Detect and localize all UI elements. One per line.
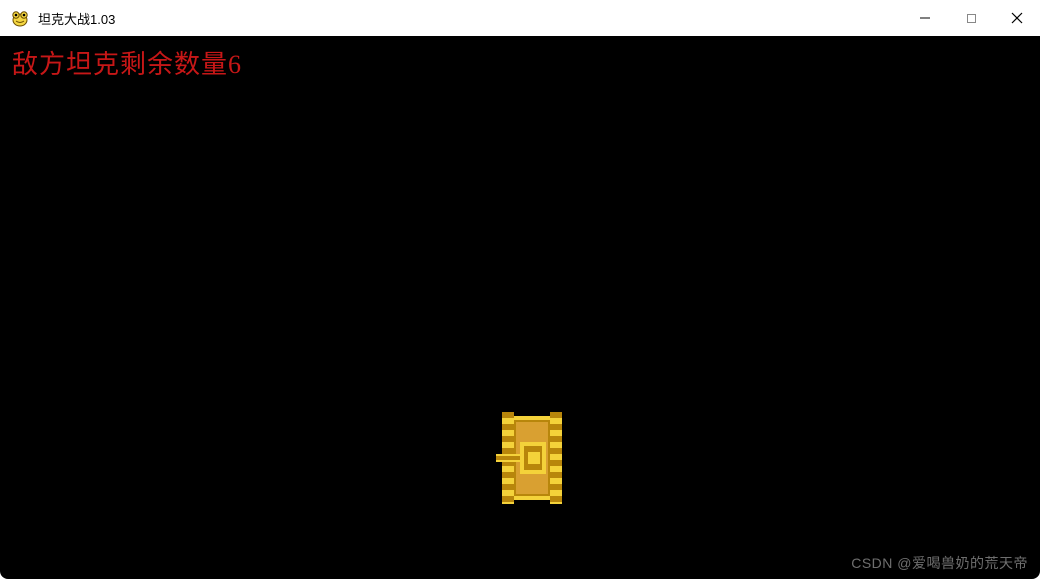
- game-canvas[interactable]: 敌方坦克剩余数量6: [0, 36, 1040, 579]
- player-tank-sprite: [496, 412, 568, 504]
- enemy-count-label: 敌方坦克剩余数量6: [12, 44, 242, 81]
- window-title: 坦克大战1.03: [38, 9, 902, 28]
- frog-app-icon: [10, 8, 30, 28]
- close-button[interactable]: [994, 0, 1040, 36]
- titlebar[interactable]: 坦克大战1.03: [0, 0, 1040, 36]
- app-window: 坦克大战1.03 敌方坦克剩余数量6: [0, 0, 1040, 579]
- minimize-button[interactable]: [902, 0, 948, 36]
- window-controls: [902, 0, 1040, 36]
- maximize-button[interactable]: [948, 0, 994, 36]
- watermark-text: CSDN @爱喝兽奶的荒天帝: [851, 553, 1028, 573]
